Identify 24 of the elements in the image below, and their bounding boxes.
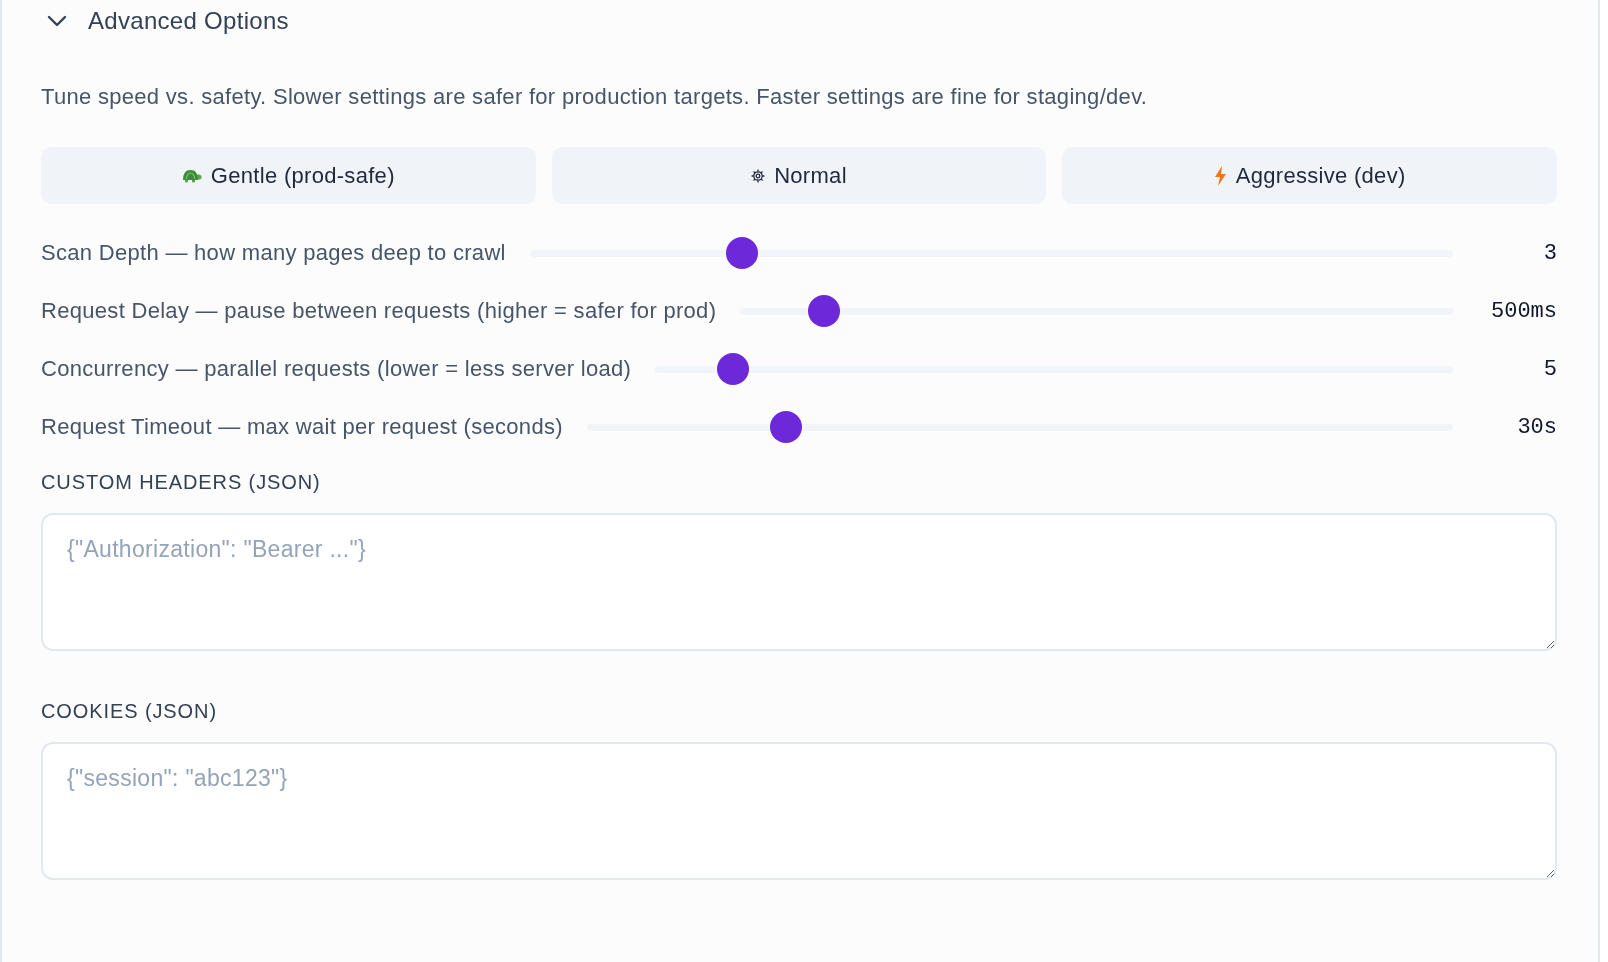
slider-thumb[interactable] — [716, 353, 749, 385]
slider-value: 5 — [1543, 356, 1557, 382]
slider-value: 3 — [1543, 240, 1557, 266]
slider-label: Scan Depth — how many pages deep to crawl — [41, 240, 506, 266]
lightning-bolt-icon — [1213, 165, 1227, 186]
json-input[interactable]: {"Authorization": "Bearer ..."} — [41, 513, 1557, 651]
description-text: Tune speed vs. safety. Slower settings are safer for production targets. Faster settings are fine for staging/dev. — [41, 83, 1149, 111]
section-toggle[interactable]: Advanced Options — [41, 0, 289, 41]
field-label: COOKIES (JSON) — [41, 699, 217, 723]
gear-icon — [751, 168, 766, 183]
slider-value: 30s — [1517, 414, 1557, 440]
json-input[interactable]: {"session": "abc123"} — [41, 742, 1557, 880]
turtle-icon — [181, 168, 202, 183]
slider-thumb[interactable] — [808, 295, 841, 327]
slider-thumb[interactable] — [725, 237, 758, 269]
slider-label: Request Delay — pause between requests (higher = safer for prod) — [41, 298, 717, 324]
preset-button[interactable]: Gentle (prod-safe) — [41, 147, 536, 204]
slider-thumb[interactable] — [770, 411, 803, 443]
field-label: CUSTOM HEADERS (JSON) — [41, 470, 321, 494]
slider-value: 500ms — [1491, 298, 1557, 324]
preset-button[interactable]: Aggressive (dev) — [1062, 147, 1557, 204]
slider-label: Request Timeout — max wait per request (seconds) — [41, 414, 563, 440]
slider-label: Concurrency — parallel requests (lower = less server load) — [41, 356, 632, 382]
preset-button[interactable]: Normal — [551, 147, 1047, 204]
